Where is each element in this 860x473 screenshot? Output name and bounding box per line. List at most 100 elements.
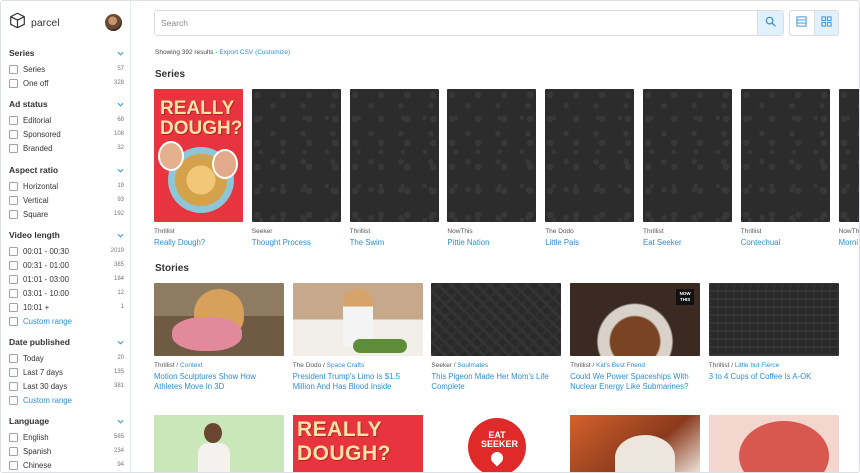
filter-option[interactable]: Horizontal 19 [9,180,124,192]
story-thumbnail[interactable]: REALLY DOUGH? [293,415,423,472]
checkbox[interactable] [9,129,18,139]
checkbox[interactable] [9,64,18,74]
filter-section-header[interactable]: Date published [9,335,124,349]
checkbox[interactable] [9,353,18,363]
series-title-link[interactable]: Little Pals [545,238,634,247]
filter-option[interactable]: Last 30 days 381 [9,380,124,392]
filter-option[interactable]: Series 57 [9,63,124,75]
checkbox[interactable] [9,395,18,405]
series-title-link[interactable]: Morni [839,238,859,247]
filter-option[interactable]: Chinese 94 [9,459,124,471]
story-thumbnail[interactable]: NOW THIS [570,283,701,356]
filter-section-header[interactable]: Ad status [9,97,124,111]
story-title-link[interactable]: 3 to 4 Cups of Coffee Is A-OK [709,372,839,382]
filter-option[interactable]: Vertical 93 [9,194,124,206]
series-title-link[interactable]: Thought Process [252,238,341,247]
filter-section-header[interactable]: Aspect ratio [9,163,124,177]
checkbox[interactable] [9,381,18,391]
series-title-link[interactable]: Really Dough? [154,238,243,247]
filter-section-header[interactable]: Series [9,46,124,60]
series-card[interactable]: NowThis Morni [838,89,859,247]
checkbox[interactable] [9,288,18,298]
series-card[interactable]: Thrillist Eat Seeker [643,89,732,247]
series-card[interactable]: The Dodo Little Pals [545,89,635,247]
story-card[interactable]: Thrillist / Little but Fierce 3 to 4 Cups… [708,283,839,382]
filter-section-header[interactable]: Language [9,414,124,428]
series-thumbnail[interactable]: REALLY DOUGH? [154,89,243,222]
grid-view-button[interactable] [813,11,838,35]
filter-option[interactable]: 03:01 - 10:00 12 [9,287,124,299]
series-thumbnail[interactable] [740,89,830,222]
story-card[interactable]: Seeker / Soulmates This Pigeon Made Her M… [431,283,562,392]
list-view-button[interactable] [790,11,814,35]
search-input[interactable] [161,16,751,30]
series-title-link[interactable]: Contechual [741,238,830,247]
story-title-link[interactable]: President Trump's Limo Is $1.5 Million A… [293,372,423,392]
checkbox[interactable] [9,143,18,153]
story-card[interactable]: The Dodo / Space Crafts President Trump's… [292,283,423,392]
story-subseries-link[interactable]: Space Crafts [327,362,365,369]
filter-option[interactable]: 01:01 - 03:00 184 [9,273,124,285]
series-card[interactable]: NowThis Pittie Nation [447,89,537,247]
filter-option[interactable]: 10:01 + 1 [9,301,124,313]
story-thumbnail[interactable] [154,283,284,356]
series-thumbnail[interactable] [447,89,537,222]
checkbox[interactable] [9,316,18,326]
series-card[interactable]: Seeker Thought Process [251,89,341,247]
series-thumbnail[interactable] [349,89,439,222]
filter-option[interactable]: Sponsored 108 [9,128,124,140]
export-csv-link[interactable]: Export CSV (Customize) [219,49,290,56]
story-subseries-link[interactable]: Soulmates [457,362,488,369]
custom-range-option[interactable]: Custom range [9,394,124,406]
checkbox[interactable] [9,302,18,312]
series-thumbnail[interactable] [545,89,635,222]
story-subseries-link[interactable]: Little but Fierce [735,362,779,369]
story-subseries-link[interactable]: Context [180,362,202,369]
custom-range-option[interactable]: Custom range [9,315,124,327]
story-thumbnail[interactable] [708,283,839,356]
filter-option[interactable]: Square 192 [9,208,124,220]
story-subseries-link[interactable]: Kid's Best Friend [596,362,645,369]
filter-option[interactable]: Branded 32 [9,142,124,154]
story-card[interactable]: NOW THIS Thrillist / Kid's Best Friend Cou… [570,283,701,392]
checkbox[interactable] [9,246,18,256]
series-thumbnail[interactable] [838,89,859,222]
series-thumbnail[interactable] [643,89,732,222]
series-card[interactable]: Thrillist Contechual [740,89,830,247]
checkbox[interactable] [9,432,18,442]
story-title-link[interactable]: Could We Power Spaceships With Nuclear E… [570,372,700,392]
story-thumbnail[interactable] [709,415,839,472]
series-card[interactable]: Thrillist The Swim [349,89,439,247]
filter-section-header[interactable]: Video length [9,228,124,242]
series-thumbnail[interactable] [251,89,341,222]
checkbox[interactable] [9,181,18,191]
brand[interactable]: parcel [9,12,60,33]
custom-range-link[interactable]: Custom range [23,317,124,326]
story-card[interactable]: Thrillist / Context Motion Sculptures Sho… [154,283,284,392]
story-title-link[interactable]: This Pigeon Made Her Mom's Life Complete [431,372,561,392]
checkbox[interactable] [9,78,18,88]
checkbox[interactable] [9,260,18,270]
story-thumbnail[interactable]: EAT SEEKER [432,415,562,472]
filter-option[interactable]: One off 328 [9,77,124,89]
story-thumbnail[interactable] [154,415,284,472]
series-title-link[interactable]: Pittie Nation [447,238,536,247]
filter-option[interactable]: English 585 [9,431,124,443]
series-card[interactable]: REALLY DOUGH? Thrillist Really Dough? [154,89,243,247]
checkbox[interactable] [9,446,18,456]
filter-option[interactable]: Editorial 68 [9,114,124,126]
checkbox[interactable] [9,195,18,205]
series-title-link[interactable]: The Swim [350,238,439,247]
story-title-link[interactable]: Motion Sculptures Show How Athletes Move… [154,372,284,392]
checkbox[interactable] [9,460,18,470]
filter-option[interactable]: Last 7 days 135 [9,366,124,378]
checkbox[interactable] [9,274,18,284]
filter-option[interactable]: 00:01 - 00:30 2019 [9,245,124,257]
user-avatar[interactable] [105,14,122,31]
checkbox[interactable] [9,367,18,377]
checkbox[interactable] [9,209,18,219]
checkbox[interactable] [9,115,18,125]
filter-option[interactable]: 00:31 - 01:00 385 [9,259,124,271]
search-button[interactable] [757,11,783,35]
story-thumbnail[interactable] [292,283,423,356]
